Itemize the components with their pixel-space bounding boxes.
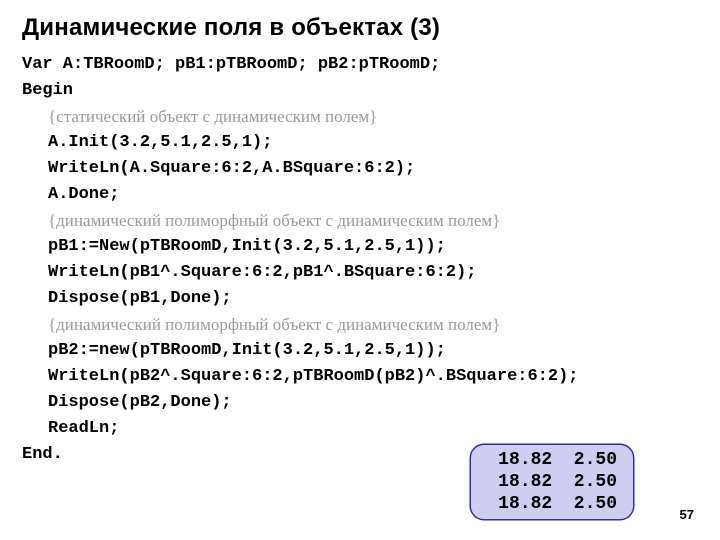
output-box: 18.82 2.50 18.82 2.50 18.82 2.50 bbox=[470, 444, 634, 520]
code-line: Dispose(pB2,Done); bbox=[22, 390, 698, 416]
code-line: Var A:TBRoomD; pB1:pTBRoomD; pB2:pTRoomD… bbox=[22, 52, 698, 78]
code-line: Dispose(pB1,Done); bbox=[22, 286, 698, 312]
code-comment: {статический объект с динамическим полем… bbox=[22, 104, 698, 130]
code-line: WriteLn(pB1^.Square:6:2,pB1^.BSquare:6:2… bbox=[22, 260, 698, 286]
code-line: Begin bbox=[22, 78, 698, 104]
code-line: A.Done; bbox=[22, 182, 698, 208]
code-line: ReadLn; bbox=[22, 416, 698, 442]
code-line: WriteLn(A.Square:6:2,A.BSquare:6:2); bbox=[22, 156, 698, 182]
code-block: Var A:TBRoomD; pB1:pTBRoomD; pB2:pTRoomD… bbox=[22, 52, 698, 468]
code-line: WriteLn(pB2^.Square:6:2,pTBRoomD(pB2)^.B… bbox=[22, 364, 698, 390]
page-number: 57 bbox=[680, 507, 694, 522]
code-line: pB1:=New(pTBRoomD,Init(3.2,5.1,2.5,1)); bbox=[22, 234, 698, 260]
code-comment: {динамический полиморфный объект с динам… bbox=[22, 312, 698, 338]
code-line: pB2:=new(pTBRoomD,Init(3.2,5.1,2.5,1)); bbox=[22, 338, 698, 364]
slide: Динамические поля в объектах (3) Var A:T… bbox=[0, 0, 720, 540]
code-comment: {динамический полиморфный объект с динам… bbox=[22, 208, 698, 234]
code-line: A.Init(3.2,5.1,2.5,1); bbox=[22, 130, 698, 156]
slide-title: Динамические поля в объектах (3) bbox=[22, 14, 698, 42]
